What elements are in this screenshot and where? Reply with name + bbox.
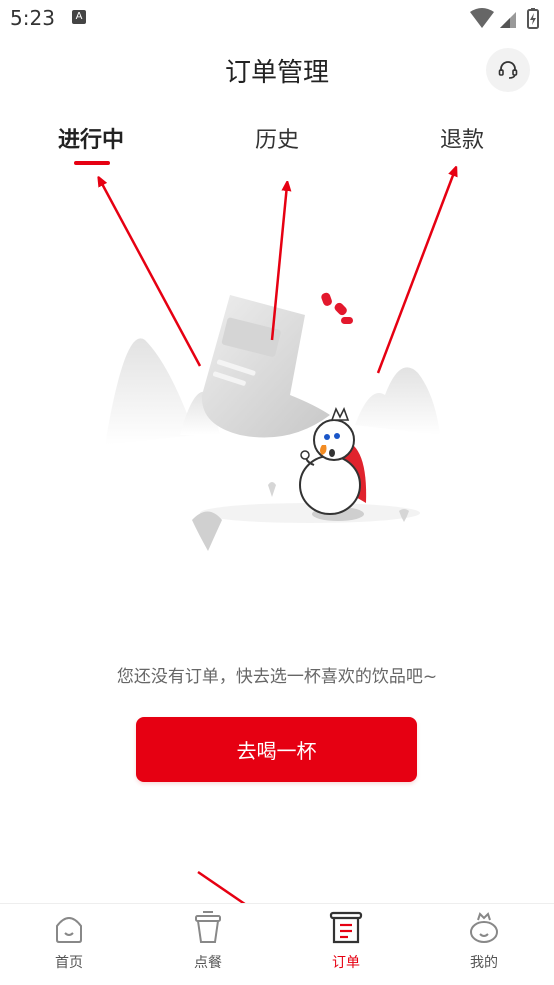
order-icon — [328, 910, 364, 946]
home-icon — [51, 910, 87, 946]
nav-item-home[interactable]: 首页 — [29, 910, 109, 972]
empty-state-message: 您还没有订单，快去选一杯喜欢的饮品吧~ — [116, 667, 438, 687]
nav-item-profile[interactable]: 我的 — [444, 910, 524, 972]
nav-item-menu[interactable]: 点餐 — [168, 910, 248, 972]
cup-icon — [190, 910, 226, 946]
annotation-arrows — [0, 0, 554, 984]
go-order-button[interactable]: 去喝一杯 — [136, 717, 417, 782]
nav-label-orders: 订单 — [332, 955, 360, 971]
profile-icon — [466, 910, 502, 946]
nav-label-home: 首页 — [55, 955, 83, 971]
nav-label-profile: 我的 — [470, 955, 498, 971]
nav-item-orders[interactable]: 订单 — [306, 910, 386, 972]
bottom-nav: 首页 点餐 订单 我的 — [0, 903, 554, 985]
nav-label-menu: 点餐 — [194, 955, 222, 971]
